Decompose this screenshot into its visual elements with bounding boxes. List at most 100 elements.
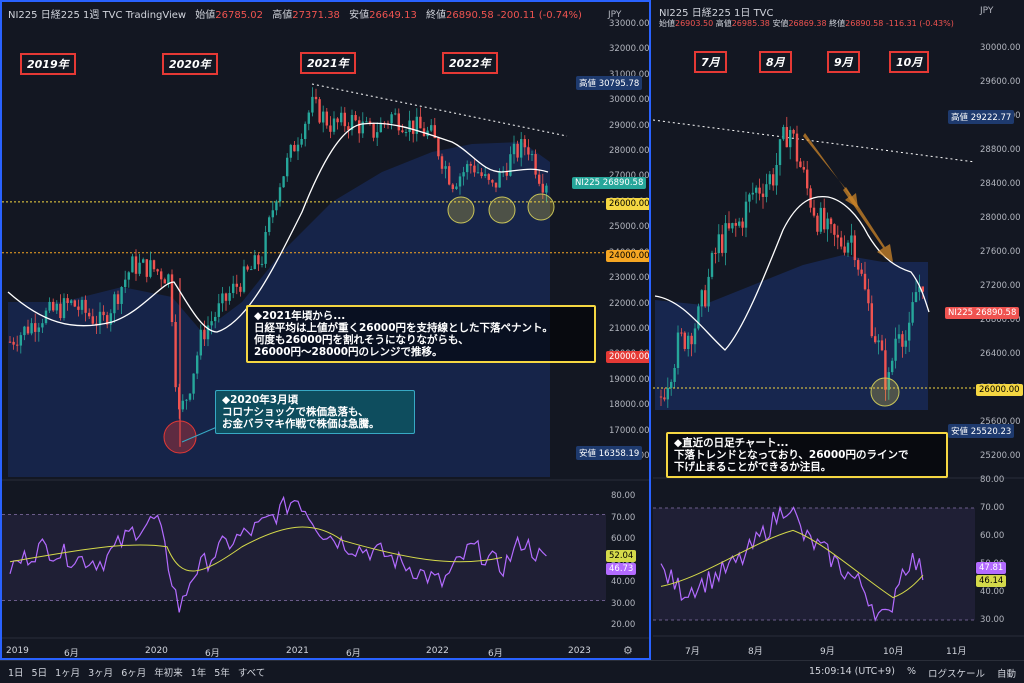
right-currency[interactable]: JPY [980, 6, 993, 16]
year-label-2022: 2022年 [442, 52, 498, 74]
right-high-label: 高値 [951, 113, 969, 123]
candle-body [232, 283, 235, 294]
candle-body [700, 290, 703, 307]
candle-body [724, 223, 727, 253]
candle-body [142, 259, 145, 263]
tf-1d-button[interactable]: 1日 [8, 665, 24, 679]
candle-body [904, 340, 907, 347]
candle-body [697, 306, 700, 329]
note-2021-line3: 26000円〜28000円のレンジで推移。 [254, 346, 443, 358]
right-rsi-tick: 30.00 [980, 615, 1005, 625]
right-last-symbol: NI225 [948, 308, 974, 318]
note-2020-line2: お金バラマキ作戦で株価は急騰。 [222, 418, 380, 430]
right-rsi-tick: 60.00 [980, 531, 1005, 541]
candle-body [322, 111, 325, 123]
right-rsi-tick: 70.00 [980, 503, 1005, 513]
candle-body [772, 174, 775, 186]
right-price-tick: 28000.00 [980, 213, 1021, 223]
support-touch-circle [447, 196, 475, 224]
tf-6m-button[interactable]: 6ヶ月 [121, 665, 146, 679]
weekly-chart-pane[interactable]: NI225 日経225 1週 TVC TradingView 始値26785.0… [0, 0, 651, 660]
candle-body [221, 293, 224, 304]
left-name: 日経225 [40, 10, 80, 21]
daily-chart-pane[interactable]: NI225 日経225 1日 TVC 始値26903.50 高値26985.38… [653, 0, 1024, 660]
candle-body [744, 201, 748, 228]
right-high-value: 29222.77 [970, 113, 1012, 123]
note-2020-title: ◆2020年3月頃 [222, 394, 299, 406]
candle-body [816, 215, 819, 232]
candle-body [304, 123, 307, 139]
right-rsi-tag: 47.81 [976, 562, 1007, 574]
right-price-tick: 27600.00 [980, 247, 1021, 257]
candle-body [530, 154, 534, 156]
candle-body [84, 299, 87, 313]
resistance-trendline [311, 83, 568, 137]
candle-body [755, 187, 758, 193]
clock-time[interactable]: 15:09:14 (UTC+9) [809, 666, 895, 680]
candle-body [340, 112, 343, 123]
left-price-tick: 28000.00 [609, 146, 650, 157]
tf-3m-button[interactable]: 3ヶ月 [88, 665, 113, 679]
tf-1m-button[interactable]: 1ヶ月 [55, 665, 80, 679]
candle-body [812, 207, 816, 216]
candle-body [203, 329, 206, 340]
candle-body [727, 223, 731, 229]
candle-body [836, 234, 839, 238]
candle-body [870, 303, 873, 337]
note-2020: ◆2020年3月頃 コロナショックで株価急落も、 お金バラマキ作戦で株価は急騰。 [215, 390, 415, 434]
note-daily-line1: 下落トレンドとなっており、26000円のラインで [674, 449, 909, 461]
right-price-tick: 26400.00 [980, 349, 1021, 359]
left-price-tick: 18000.00 [609, 400, 650, 411]
candle-body [451, 184, 454, 189]
left-rsi-tag: 46.73 [606, 563, 637, 575]
candle-body [768, 174, 771, 185]
settings-gear-icon[interactable]: ⚙ [623, 644, 633, 657]
candle-body [116, 294, 120, 304]
candle-body [693, 328, 697, 345]
percent-scale-toggle[interactable]: % [907, 666, 916, 680]
candle-body [307, 112, 310, 124]
candle-body [487, 174, 490, 180]
tf-ytd-button[interactable]: 年初来 [154, 665, 183, 679]
candle-body [66, 298, 69, 304]
candle-body [545, 185, 548, 193]
auto-scale-toggle[interactable]: 自動 [997, 666, 1016, 680]
candle-body [448, 166, 451, 185]
tf-5d-button[interactable]: 5日 [32, 665, 48, 679]
rsi-band [653, 508, 975, 620]
candle-body [758, 187, 761, 194]
candle-body [120, 287, 123, 304]
log-scale-toggle[interactable]: ログスケール [928, 666, 985, 680]
right-c-label: 終値 [829, 19, 846, 28]
candle-body [880, 340, 884, 351]
candle-body [314, 96, 318, 100]
left-symbol[interactable]: NI225 [8, 10, 38, 21]
candle-body [491, 179, 494, 183]
tf-all-button[interactable]: すべて [238, 665, 265, 679]
candle-body [52, 301, 55, 311]
left-l: 26649.13 [369, 10, 417, 21]
left-interval[interactable]: 1週 [83, 10, 99, 21]
candle-body [659, 396, 663, 398]
candle-body [663, 397, 666, 400]
candle-body [901, 334, 904, 347]
candle-body [149, 260, 152, 277]
left-last-tag: NI225 26890.58 [572, 177, 647, 189]
candle-body [296, 144, 300, 152]
candle-body [833, 224, 836, 235]
left-level2-tag: 24000.00 [606, 250, 649, 262]
candle-body [268, 217, 271, 232]
candle-body [62, 298, 66, 319]
candle-body [253, 255, 256, 270]
tf-5y-button[interactable]: 5年 [214, 665, 230, 679]
candle-body [210, 321, 213, 326]
candle-body [782, 127, 785, 140]
candle-body [469, 164, 472, 166]
candle-body [239, 286, 242, 292]
candle-body [874, 336, 877, 343]
candle-body [683, 332, 686, 349]
note-2020-line1: コロナショックで株価急落も、 [222, 406, 369, 418]
tf-1y-button[interactable]: 1年 [191, 665, 207, 679]
daily-chart-canvas[interactable] [653, 0, 1024, 660]
candle-body [91, 316, 94, 324]
